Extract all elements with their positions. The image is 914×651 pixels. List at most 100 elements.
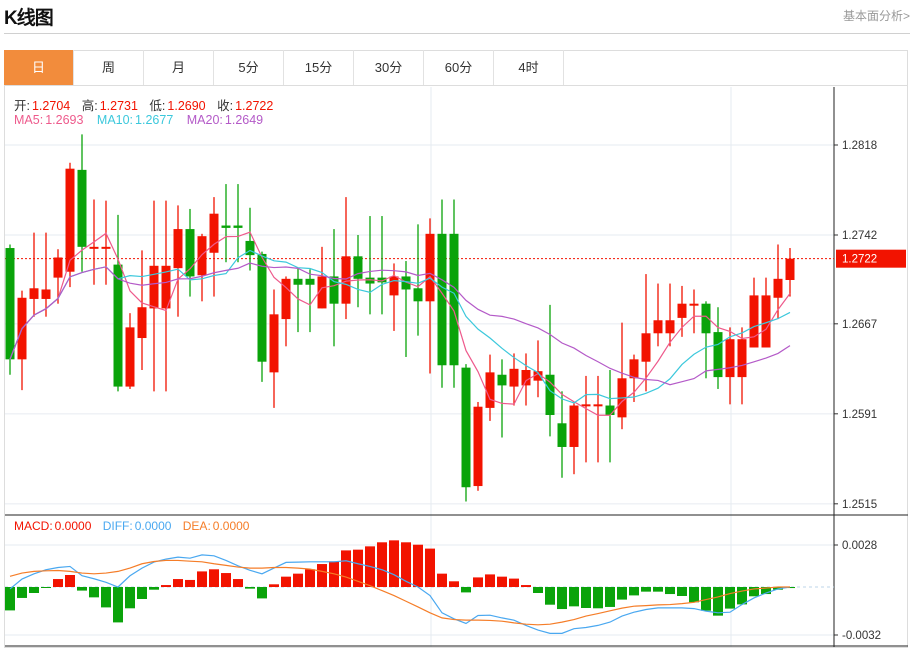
macd-bar [521,585,531,587]
macd-bar [533,587,543,593]
candle-body [221,225,231,228]
macd-tick-label: 0.0028 [842,540,877,552]
close-value: 1.2722 [235,99,274,113]
candle-body [737,339,747,378]
candle-body [413,288,423,302]
macd-bar [233,579,243,587]
candle-body [749,295,759,348]
candle-body [233,225,243,228]
macd-bar [413,544,423,587]
open-label: 开: [14,99,30,113]
macd-bar [737,587,747,605]
macd-label: MACD: [14,519,53,533]
candle [425,218,435,374]
candle [581,375,591,463]
candle-body [173,229,183,269]
macd-bar [65,575,75,587]
macd-bar [449,581,459,587]
macd-bar [77,587,87,591]
price-tick-label: 1.2591 [842,409,877,421]
macd-bar [185,579,195,587]
candle [197,233,207,302]
candle [113,214,123,392]
candle [569,403,579,475]
candle [713,307,723,389]
candle [533,340,543,398]
candle [5,244,15,375]
ma5-value: 1.2693 [45,113,84,127]
candle [185,208,195,297]
candle [545,304,555,437]
candle [785,248,795,297]
macd-tick-label: -0.0032 [842,630,881,642]
candle-body [65,168,75,272]
macd-bar [245,587,255,589]
candle-body [101,246,111,249]
candle-body [329,276,339,304]
macd-bar [17,587,27,598]
candle-body [149,265,159,309]
macd-bar [293,573,303,587]
macd-bar [677,587,687,596]
macd-bar [137,587,147,599]
candle-body [29,288,39,299]
candle [773,244,783,320]
macd-bar [725,587,735,609]
candle-body [785,258,795,280]
macd-bar [341,550,351,587]
candle-body [293,278,303,285]
candle-body [485,372,495,408]
candle [125,313,135,389]
candle-body [605,405,615,415]
ma5-label: MA5: [14,113,44,127]
ma10-value: 1.2677 [135,113,174,127]
macd-bar [665,587,675,595]
candle [257,251,267,382]
candle [593,375,603,463]
candle [317,246,327,309]
high-label: 高: [81,99,98,113]
macd-bar [89,587,99,598]
candle [137,250,147,370]
ma20-value: 1.2649 [224,113,264,127]
candle [473,401,483,491]
candle-body [725,339,735,378]
candle-body [629,359,639,379]
candle-body [581,404,591,407]
macd-bar [713,587,723,616]
macd-bar [101,587,111,608]
macd-bar [305,569,315,587]
candle [497,359,507,438]
macd-bar [5,587,15,611]
candle-body [89,246,99,249]
macd-bar [113,587,123,623]
macd-bar [389,540,399,587]
macd-value: 0.0000 [54,519,92,533]
candle [377,216,387,315]
macd-bar [377,542,387,587]
price-tick-label: 1.2515 [842,499,877,511]
macd-bar [221,573,231,587]
candle-body [125,327,135,387]
price-tick-label: 1.2667 [842,319,877,331]
candle [653,283,663,347]
high-value: 1.2731 [99,99,138,113]
candle-body [77,169,87,247]
macd-bar [581,587,591,608]
dea-label: DEA: [182,519,211,533]
macd-bar [569,587,579,607]
ma10-label: MA10: [96,113,134,127]
macd-bar [173,579,183,587]
candle-body [461,367,471,488]
candle [761,277,771,348]
macd-bar [437,573,447,587]
candle [173,205,183,317]
macd-bar [281,576,291,587]
macd-bar [473,577,483,587]
candle-body [641,333,651,362]
candle [605,369,615,463]
candle-body [521,369,531,386]
open-value: 1.2704 [31,99,71,113]
candle-body [257,253,267,362]
candle-body [269,314,279,373]
